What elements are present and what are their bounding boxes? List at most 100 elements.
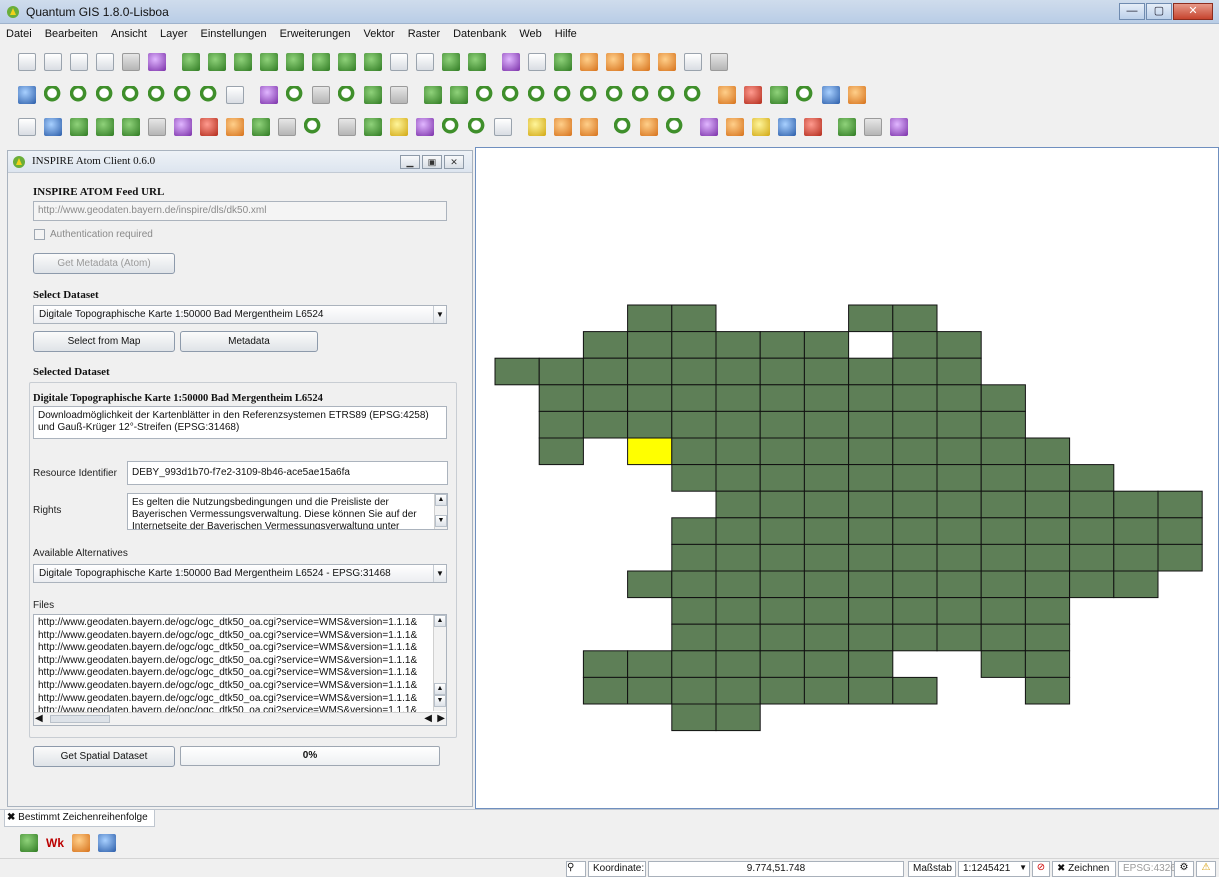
map-tile[interactable] (848, 437, 894, 466)
map-tile[interactable] (892, 357, 938, 386)
map-tile[interactable] (980, 464, 1026, 492)
simplify-icon[interactable] (70, 118, 88, 136)
add-wms-icon[interactable] (312, 53, 330, 71)
map-tile[interactable] (1069, 570, 1115, 599)
map-tile[interactable] (715, 623, 761, 652)
map-tile[interactable] (715, 676, 761, 705)
road-graph-icon[interactable] (778, 118, 796, 136)
add-feature-icon[interactable] (554, 53, 572, 71)
list-item[interactable]: http://www.geodaten.bayern.de/ogc/ogc_dt… (38, 667, 430, 680)
scroll-up-icon[interactable]: ▲ (434, 615, 446, 627)
map-tile[interactable] (892, 384, 938, 412)
scroll-thumb[interactable] (50, 715, 110, 723)
zoom-layer-mode-icon[interactable] (580, 86, 598, 104)
map-tile[interactable] (803, 543, 850, 572)
list-item[interactable]: http://www.geodaten.bayern.de/ogc/ogc_dt… (38, 693, 430, 706)
map-tile[interactable] (759, 597, 805, 625)
python-console-icon[interactable] (700, 118, 718, 136)
map-tile[interactable] (1069, 490, 1115, 519)
touch-icon[interactable] (450, 86, 468, 104)
settings-icon[interactable] (364, 118, 382, 136)
map-tile[interactable] (582, 384, 629, 412)
map-tile[interactable] (980, 490, 1026, 519)
map-tile[interactable] (759, 650, 805, 678)
scroll-left-icon[interactable]: ◀ (424, 713, 432, 725)
map-tile[interactable] (1024, 597, 1071, 625)
scroll-left-icon[interactable]: ◀ (35, 713, 43, 725)
map-tile[interactable] (980, 437, 1026, 466)
add-part-icon[interactable] (122, 118, 140, 136)
scroll-down-icon[interactable]: ▼ (435, 515, 447, 527)
add-postgis-icon[interactable] (234, 53, 252, 71)
zoom-full-mode-icon[interactable] (528, 86, 546, 104)
list-item[interactable]: http://www.geodaten.bayern.de/ogc/ogc_dt… (38, 655, 430, 668)
map-tile[interactable] (848, 490, 894, 519)
map-tile[interactable] (848, 357, 894, 386)
map-tile[interactable] (759, 623, 805, 652)
map-tile[interactable] (803, 597, 850, 625)
map-tile[interactable] (715, 570, 761, 599)
map-tile[interactable] (848, 543, 894, 572)
map-tile[interactable] (1157, 517, 1203, 545)
map-tile[interactable] (759, 517, 805, 545)
map-tile[interactable] (892, 490, 938, 519)
zoom-next-icon[interactable] (200, 86, 218, 104)
map-tile[interactable] (759, 331, 805, 359)
map-tile[interactable] (1113, 490, 1159, 519)
map-tile[interactable] (759, 437, 805, 466)
select-features-icon[interactable] (390, 118, 408, 136)
map-tile[interactable] (803, 623, 850, 652)
list-item[interactable]: http://www.geodaten.bayern.de/ogc/ogc_dt… (38, 630, 430, 643)
map-tile[interactable] (627, 331, 673, 359)
map-tile[interactable] (759, 410, 805, 439)
dxf-icon[interactable] (580, 118, 598, 136)
map-tile[interactable] (803, 650, 850, 678)
feed-url-input[interactable]: http://www.geodaten.bayern.de/inspire/dl… (33, 201, 447, 221)
map-tile[interactable] (892, 410, 938, 439)
map-tile[interactable] (582, 357, 629, 386)
toggle-editing-icon[interactable] (502, 53, 520, 71)
edit-icon[interactable] (72, 834, 90, 852)
map-tile[interactable] (715, 464, 761, 492)
map-tile[interactable] (936, 543, 982, 572)
map-tile[interactable] (803, 517, 850, 545)
panel-close-button[interactable]: ✕ (444, 155, 464, 169)
open-project-icon[interactable] (44, 53, 62, 71)
map-tile[interactable] (803, 464, 850, 492)
map-tile[interactable] (803, 570, 850, 599)
text-annotation-icon[interactable] (528, 118, 546, 136)
map-tile[interactable] (848, 384, 894, 412)
map-tile[interactable] (759, 357, 805, 386)
warning-icon[interactable]: ⚠ (1196, 861, 1216, 877)
map-tile[interactable] (1113, 570, 1159, 599)
map-tile[interactable] (715, 357, 761, 386)
heatmap-icon[interactable] (822, 86, 840, 104)
menu-erweiterungen[interactable]: Erweiterungen (278, 27, 353, 41)
node-tool-icon[interactable] (606, 53, 624, 71)
map-tile[interactable] (715, 331, 761, 359)
zoom-last-icon[interactable] (174, 86, 192, 104)
map-tile[interactable] (627, 410, 673, 439)
map-tile[interactable] (759, 676, 805, 705)
map-tile[interactable] (671, 384, 717, 412)
map-tile[interactable] (803, 490, 850, 519)
undo-icon[interactable] (18, 118, 36, 136)
coordinate-toggle-icon[interactable]: ⚲ (566, 861, 586, 877)
map-tile[interactable] (671, 517, 717, 545)
map-tile[interactable] (671, 543, 717, 572)
map-tile[interactable] (848, 570, 894, 599)
zoom-next-mode-icon[interactable] (632, 86, 650, 104)
zoom-in-mode-icon[interactable] (476, 86, 494, 104)
map-tile[interactable] (936, 357, 982, 386)
delete-ring-icon[interactable] (148, 118, 166, 136)
add-vector-icon[interactable] (182, 53, 200, 71)
deselect-features-icon[interactable] (416, 118, 434, 136)
wms-icon[interactable] (640, 118, 658, 136)
scroll-right-icon[interactable]: ▶ (437, 713, 445, 725)
map-tile[interactable] (892, 517, 938, 545)
rights-text[interactable]: Es gelten die Nutzungsbedingungen und di… (127, 493, 448, 530)
map-tile[interactable] (803, 357, 850, 386)
map-tile[interactable] (671, 676, 717, 705)
scroll-up-icon[interactable]: ▲ (435, 494, 447, 506)
map-tile[interactable] (892, 464, 938, 492)
